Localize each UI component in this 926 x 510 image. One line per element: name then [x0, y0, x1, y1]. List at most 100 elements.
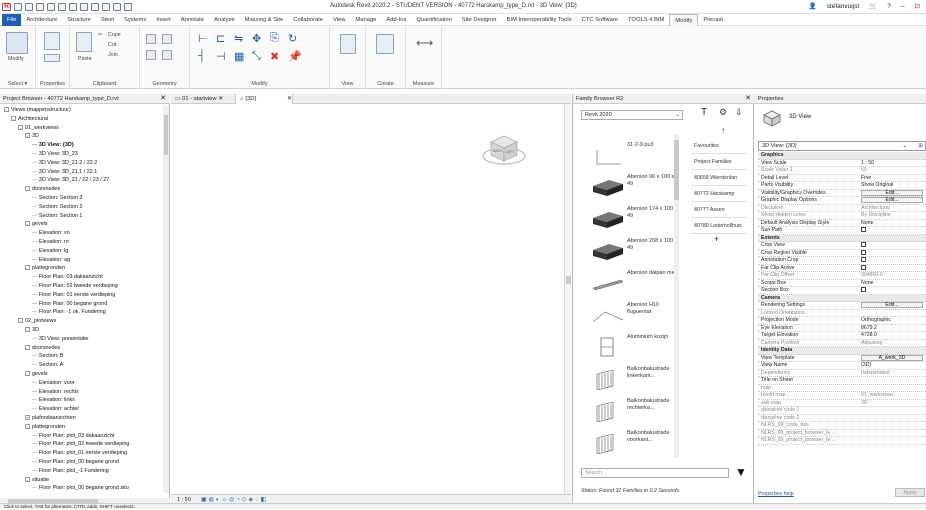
tree-node[interactable]: - plattegronden	[25, 423, 65, 431]
tree-node[interactable]: — Floor Plan: -1 ok. Fundering	[32, 308, 106, 316]
close-icon[interactable]: ✕	[283, 94, 296, 104]
property-category[interactable]: Extents	[758, 234, 926, 242]
property-row[interactable]: NLRS_99_project_browser_le...	[758, 430, 926, 437]
property-row[interactable]: Section Box	[758, 287, 926, 295]
offset-icon[interactable]: ⊏	[216, 32, 225, 45]
tab-startview[interactable]: ▭ 01 - startview ✕	[171, 94, 227, 104]
collapse-icon[interactable]: -	[25, 344, 30, 350]
tree-node[interactable]: — Elevation: voor	[32, 379, 75, 387]
family-item[interactable]: Aluminium kozijn	[587, 328, 681, 364]
tree-node[interactable]: — 3D View: {3D}	[32, 141, 74, 149]
viewcube[interactable]: BACK LEFT	[481, 128, 527, 168]
undo-icon[interactable]	[36, 3, 44, 11]
property-row[interactable]: map	[758, 385, 926, 392]
family-item[interactable]: Aberson 208 x 100 x 49	[587, 232, 681, 268]
copy-icon[interactable]: ⎘	[270, 32, 279, 45]
property-checkbox[interactable]	[861, 249, 866, 255]
family-item[interactable]: Balkonbalustrade rechterka...	[587, 392, 681, 428]
property-row[interactable]: View Template A_werk_3D	[758, 354, 926, 362]
family-item[interactable]: Balkonbalustrade linkerkant...	[587, 360, 681, 396]
property-value[interactable]: 01_werkviews	[861, 392, 925, 399]
tree-node[interactable]: — Elevation: rechts	[32, 388, 79, 396]
collapse-icon[interactable]: -	[25, 476, 30, 482]
family-source-item[interactable]: 40658 Wierdenlan	[691, 170, 747, 186]
tree-node[interactable]: — Elevation: ro	[32, 238, 69, 246]
ribbon-tab-view[interactable]: View	[328, 14, 350, 26]
type-filter-icon[interactable]: T	[701, 107, 707, 118]
property-row[interactable]: Projection Mode Orthographic	[758, 317, 926, 325]
tree-node[interactable]: — Section: Section 3	[32, 194, 82, 202]
family-search-input[interactable]: Search...	[581, 468, 729, 478]
view-scrollbar[interactable]	[564, 104, 571, 494]
collapse-icon[interactable]: -	[25, 186, 30, 192]
property-row[interactable]: View Name {3D}	[758, 362, 926, 370]
redo-icon[interactable]	[47, 3, 55, 11]
property-row[interactable]: sub map 3D	[758, 400, 926, 407]
cart-icon[interactable]: 🛒	[869, 2, 877, 10]
collapse-icon[interactable]: -	[25, 133, 30, 139]
revit-version-select[interactable]: Revit 2020 ⌄	[581, 110, 683, 120]
collapse-icon[interactable]: -	[25, 265, 30, 271]
user-name[interactable]: stefanvuijst	[827, 3, 860, 10]
property-category[interactable]: Identity Data	[758, 347, 926, 355]
property-value[interactable]: None	[861, 280, 925, 287]
ribbon-tab-file[interactable]: File	[2, 13, 22, 26]
ribbon-tab-massing-site[interactable]: Massing & Site	[240, 14, 289, 26]
filter-icon[interactable]: ▼	[735, 465, 747, 479]
ribbon-tab-collaborate[interactable]: Collaborate	[288, 14, 328, 26]
property-value[interactable]: Show Original	[861, 182, 925, 189]
tree-node[interactable]: — Floor Plan: plot_-1 Fundering	[32, 467, 109, 475]
property-row[interactable]: discipline code 2	[758, 415, 926, 422]
property-row[interactable]: Annotation Crop	[758, 257, 926, 265]
ribbon-tab-ctc-software[interactable]: CTC Software	[577, 14, 623, 26]
property-row[interactable]: Far Clip Offset 304800.0	[758, 272, 926, 280]
close-icon[interactable]: ✕	[745, 94, 751, 104]
property-row[interactable]: Scale Value 1: 50	[758, 167, 926, 175]
tree-node[interactable]: — Floor Plan: 03 dakaanzicht	[32, 273, 103, 281]
property-edit-button[interactable]: Edit...	[861, 189, 923, 196]
text-icon[interactable]	[80, 3, 88, 11]
tree-node[interactable]: + plafondaanzichten	[25, 414, 76, 422]
family-source-item[interactable]: Project Families	[691, 154, 747, 170]
property-checkbox[interactable]	[861, 257, 866, 263]
cope-button[interactable]: Cope	[108, 32, 121, 38]
tree-node[interactable]: — 3D View: 3D_21 / 22 / 23 / 27	[32, 176, 109, 184]
view-control-icons[interactable]: ▣◍◐☼◎◔◇◈◌◧	[201, 496, 268, 503]
array-icon[interactable]: ▦	[234, 50, 244, 63]
load-icon[interactable]: ⇩	[735, 107, 743, 118]
scrollbar-thumb[interactable]	[566, 276, 571, 284]
ribbon-tab-site-designer[interactable]: Site Designer	[457, 14, 502, 26]
property-checkbox[interactable]	[861, 227, 866, 233]
scrollbar-thumb[interactable]	[674, 140, 679, 200]
tree-node[interactable]: — Elevation: vo	[32, 229, 70, 237]
tree-node[interactable]: - gevels	[25, 370, 48, 378]
tree-node[interactable]: - doorsnedes	[25, 185, 60, 193]
tree-node[interactable]: - doorsnedes	[25, 344, 60, 352]
property-edit-button[interactable]: Edit...	[861, 302, 923, 308]
save-icon[interactable]	[25, 3, 33, 11]
property-checkbox[interactable]	[861, 287, 866, 293]
property-row[interactable]: Title on Sheet	[758, 377, 926, 385]
family-item[interactable]: 31-2-9.pu3	[587, 136, 681, 172]
property-edit-button[interactable]: A_werk_3D	[861, 354, 923, 361]
tree-node[interactable]: — Elevation: links	[32, 396, 75, 404]
property-value[interactable]: None	[861, 220, 925, 227]
property-value[interactable]: 3D	[861, 400, 925, 407]
property-row[interactable]: Parts Visibility Show Original	[758, 182, 926, 190]
property-row[interactable]: Locked Orientation	[758, 310, 926, 317]
user-icon[interactable]: 👤	[809, 2, 817, 10]
property-row[interactable]: Far Clip Active	[758, 265, 926, 272]
property-value[interactable]: 304800.0	[861, 272, 925, 279]
property-row[interactable]: Detail Level Fine	[758, 175, 926, 182]
family-source-item[interactable]: Favourites	[691, 138, 747, 154]
ribbon-tab-modify[interactable]: Modify	[669, 13, 699, 26]
tree-node[interactable]: — 3D View: 3D_21.2 / 22.2	[32, 159, 97, 167]
apply-button[interactable]: Apply	[895, 488, 925, 497]
section-icon[interactable]	[102, 3, 110, 11]
delete-icon[interactable]: ✖	[270, 50, 279, 63]
property-row[interactable]: Discipline Architectural	[758, 205, 926, 212]
property-value[interactable]: Independent	[861, 370, 925, 377]
geometry-tool-icon[interactable]	[162, 34, 172, 44]
family-item[interactable]: Aberson 174 x 100 x 49	[587, 200, 681, 236]
collapse-icon[interactable]: -	[18, 124, 23, 130]
